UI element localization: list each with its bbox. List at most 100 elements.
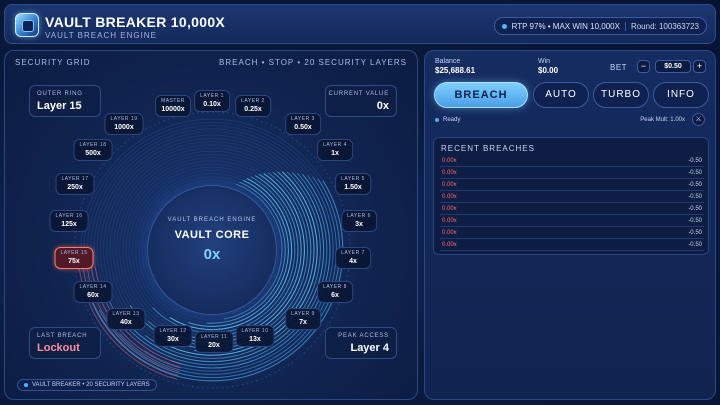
layer-chip-8: LAYER 8 6x bbox=[317, 281, 353, 303]
layer-chip-label: LAYER 2 bbox=[241, 98, 265, 104]
breach-row: 0.00x -0.50 bbox=[440, 228, 704, 239]
layer-chip-label: LAYER 17 bbox=[61, 176, 89, 182]
layer-chip-value: 60x bbox=[87, 292, 99, 299]
peak-access-label: PEAK ACCESS bbox=[338, 333, 389, 339]
layer-chip-15-active: LAYER 15 75x bbox=[54, 247, 94, 269]
layer-chip-value: 1000x bbox=[114, 124, 134, 131]
layer-chip-13: LAYER 13 40x bbox=[106, 308, 146, 330]
breach-row: 0.00x -0.50 bbox=[440, 192, 704, 203]
rtp-text: RTP 97% • MAX WIN 10,000X bbox=[511, 21, 620, 31]
breach-row: 0.00x -0.50 bbox=[440, 180, 704, 191]
layer-chip-1: LAYER 1 0.10x bbox=[194, 90, 230, 112]
header-bar: VAULT BREAKER 10,000X VAULT BREACH ENGIN… bbox=[4, 4, 716, 44]
layer-chip-14: LAYER 14 60x bbox=[73, 281, 113, 303]
layer-chip-label: LAYER 10 bbox=[241, 328, 269, 334]
bet-increase-button[interactable]: + bbox=[693, 60, 706, 73]
layer-chip-6: LAYER 6 3x bbox=[341, 210, 377, 232]
win-value: $0.00 bbox=[538, 66, 559, 75]
layer-chip-value: 1x bbox=[331, 150, 339, 157]
layer-chip-label: LAYER 8 bbox=[323, 284, 347, 290]
breach-profit: -0.50 bbox=[688, 218, 702, 224]
layer-chip-label: LAYER 16 bbox=[55, 213, 83, 219]
breach-multiplier: 0.00x bbox=[442, 206, 457, 212]
balance-stat: Balance $25,688.61 bbox=[435, 58, 475, 75]
layer-chip-value: 75x bbox=[68, 258, 80, 265]
layer-chip-value: 125x bbox=[61, 221, 77, 228]
last-breach-label: LAST BREACH bbox=[37, 333, 88, 339]
peak-access-value: Layer 4 bbox=[350, 342, 389, 354]
layer-chip-label: LAYER 12 bbox=[159, 328, 187, 334]
layer-chip-label: LAYER 1 bbox=[200, 93, 224, 99]
last-breach-value: Lockout bbox=[37, 342, 80, 354]
layer-chip-5: LAYER 5 1.50x bbox=[335, 173, 371, 195]
layer-chip-value: 30x bbox=[167, 336, 179, 343]
layer-chip-label: LAYER 11 bbox=[200, 334, 228, 340]
breach-row: 0.00x -0.50 bbox=[440, 216, 704, 227]
vault-core: VAULT BREACH ENGINE VAULT CORE 0x bbox=[147, 185, 277, 315]
layer-chip-label: LAYER 19 bbox=[110, 116, 138, 122]
layer-chip-7: LAYER 7 4x bbox=[335, 247, 371, 269]
turbo-button[interactable]: TURBO bbox=[593, 82, 649, 108]
breach-profit: -0.50 bbox=[688, 194, 702, 200]
sound-toggle-icon[interactable]: ⚔ bbox=[692, 113, 705, 126]
layer-chip-value: 7x bbox=[299, 319, 307, 326]
game-subtitle: VAULT BREACH ENGINE bbox=[45, 31, 157, 40]
breach-row: 0.00x -0.50 bbox=[440, 156, 704, 167]
layer-chip-10: LAYER 10 13x bbox=[235, 325, 275, 347]
current-value: 0x bbox=[376, 100, 389, 112]
peak-multiplier: Peak Mult: 1.00x bbox=[640, 117, 685, 123]
recent-breaches-title: RECENT BREACHES bbox=[441, 144, 535, 153]
outer-ring-box: OUTER RING Layer 15 bbox=[29, 85, 101, 117]
breach-multiplier: 0.00x bbox=[442, 158, 457, 164]
breach-multiplier: 0.00x bbox=[442, 194, 457, 200]
layer-chip-value: 1.50x bbox=[344, 184, 362, 191]
layer-chip-12: LAYER 12 30x bbox=[153, 325, 193, 347]
layer-chip-label: LAYER 18 bbox=[79, 142, 107, 148]
vault-logo-icon bbox=[15, 13, 39, 37]
breach-profit: -0.50 bbox=[688, 230, 702, 236]
breach-multiplier: 0.00x bbox=[442, 242, 457, 248]
controls-panel: Balance $25,688.61 Win $0.00 BET − $0.50… bbox=[424, 50, 716, 400]
footer-dot-icon bbox=[24, 383, 28, 387]
layer-chip-value: 0.50x bbox=[294, 124, 312, 131]
current-value-label: CURRENT VALUE bbox=[328, 91, 389, 97]
round-number: Round: 100363723 bbox=[624, 21, 699, 31]
bet-decrease-button[interactable]: − bbox=[637, 60, 650, 73]
layer-chip-value: 0.10x bbox=[203, 101, 221, 108]
breach-multiplier: 0.00x bbox=[442, 170, 457, 176]
layer-chip-9: LAYER 9 7x bbox=[285, 308, 321, 330]
layer-chip-label: LAYER 9 bbox=[291, 311, 315, 317]
layer-chip-label: LAYER 4 bbox=[323, 142, 347, 148]
layer-chip-label: LAYER 6 bbox=[347, 213, 371, 219]
layer-chip-11: LAYER 11 20x bbox=[194, 331, 234, 353]
balance-value: $25,688.61 bbox=[435, 66, 476, 75]
layer-chip-4: LAYER 4 1x bbox=[317, 139, 353, 161]
layer-chip-master: MASTER 10000x bbox=[155, 95, 191, 117]
layer-chip-label: LAYER 14 bbox=[79, 284, 107, 290]
breach-multiplier: 0.00x bbox=[442, 218, 457, 224]
layer-chip-label: LAYER 13 bbox=[112, 311, 140, 317]
outer-ring-value: Layer 15 bbox=[37, 100, 82, 112]
breach-button[interactable]: BREACH bbox=[434, 82, 528, 108]
game-title: VAULT BREAKER 10,000X bbox=[45, 14, 226, 30]
outer-ring-label: OUTER RING bbox=[37, 91, 83, 97]
breach-row: 0.00x -0.50 bbox=[440, 240, 704, 251]
last-breach-box: LAST BREACH Lockout bbox=[29, 327, 101, 359]
layer-chip-label: MASTER bbox=[161, 98, 185, 104]
layer-chip-18: LAYER 18 500x bbox=[73, 139, 113, 161]
breach-multiplier: 0.00x bbox=[442, 182, 457, 188]
layer-chip-value: 6x bbox=[331, 292, 339, 299]
layer-chip-value: 20x bbox=[208, 342, 220, 349]
status-indicator: Ready bbox=[435, 117, 460, 123]
info-button[interactable]: INFO bbox=[653, 82, 709, 108]
status-dot-icon bbox=[435, 118, 439, 122]
layer-chip-label: LAYER 7 bbox=[341, 250, 365, 256]
layer-chip-3: LAYER 3 0.50x bbox=[285, 113, 321, 135]
layer-chip-19: LAYER 19 1000x bbox=[104, 113, 144, 135]
layer-chip-value: 0.25x bbox=[244, 106, 262, 113]
layer-chip-17: LAYER 17 250x bbox=[55, 173, 95, 195]
auto-button[interactable]: AUTO bbox=[533, 82, 589, 108]
layer-chip-value: 10000x bbox=[161, 106, 185, 113]
layer-chip-value: 40x bbox=[120, 319, 132, 326]
layer-chip-label: LAYER 5 bbox=[341, 176, 365, 182]
